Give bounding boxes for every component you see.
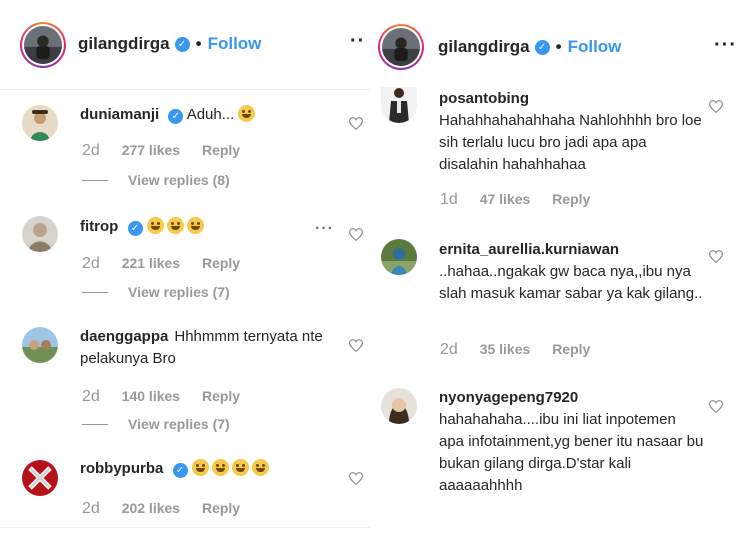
follow-button[interactable]: Follow <box>568 37 622 57</box>
comment-item: posantobing Hahahhahahahhaha Nahlohhhh b… <box>375 87 750 230</box>
comment-age: 2d <box>82 255 100 272</box>
grinning-emoji-icon <box>251 459 269 476</box>
comment-item: nyonyagepeng7920 hahahahaha....ibu ini l… <box>375 380 750 540</box>
comment-text: ..hahaa..ngakak gw baca nya,,ibu nya sla… <box>439 263 703 302</box>
commenter-avatar[interactable] <box>381 239 417 275</box>
comment-item: robbypurba ✓ 2d 202 likes Reply <box>0 446 370 540</box>
like-heart-icon[interactable] <box>349 228 363 241</box>
bottom-divider <box>0 527 370 528</box>
right-comments-panel: gilangdirga ✓ • Follow ··· posantobing H… <box>375 0 750 540</box>
comment-item: ernita_aurellia.kurniawan ..hahaa..ngaka… <box>375 230 750 380</box>
comment-likes[interactable]: 277 likes <box>122 142 180 158</box>
comment-text: Hahahhahahahhaha Nahlohhhh bro loe sih t… <box>439 112 702 173</box>
comment-username[interactable]: nyonyagepeng7920 <box>439 389 578 406</box>
view-replies-label: View replies (8) <box>128 172 230 188</box>
more-options-icon[interactable]: ··· <box>714 34 737 57</box>
comment-likes[interactable]: 221 likes <box>122 255 180 271</box>
commenter-avatar[interactable] <box>381 87 417 123</box>
grinning-emoji-icon <box>191 459 209 476</box>
sweat-smile-emoji-icon <box>238 105 256 122</box>
commenter-avatar[interactable] <box>22 327 58 363</box>
comment-likes[interactable]: 47 likes <box>480 191 531 207</box>
header-dot: • <box>195 34 202 53</box>
comment-username[interactable]: fitrop <box>80 218 118 235</box>
comment-username[interactable]: duniamanji <box>80 106 159 123</box>
comment-age: 2d <box>440 341 458 358</box>
view-replies-button[interactable]: View replies (7) <box>82 284 230 300</box>
comment-item: duniamanji ✓ Aduh... 2d 277 likes Reply … <box>0 90 370 202</box>
verified-badge-icon: ✓ <box>534 39 550 55</box>
reply-button[interactable]: Reply <box>552 191 590 207</box>
comment-username[interactable]: robbypurba <box>80 460 163 477</box>
verified-badge-icon: ✓ <box>172 463 188 478</box>
comment-likes[interactable]: 140 likes <box>122 388 180 404</box>
view-replies-button[interactable]: View replies (7) <box>82 416 230 432</box>
reply-button[interactable]: Reply <box>202 388 240 404</box>
view-replies-button[interactable]: View replies (8) <box>82 172 230 188</box>
tears-of-joy-emoji-icon <box>166 217 184 234</box>
commenter-avatar[interactable] <box>22 460 58 496</box>
like-heart-icon[interactable] <box>709 400 723 413</box>
more-options-icon[interactable]: ·· <box>350 30 365 53</box>
tears-of-joy-emoji-icon <box>186 217 204 234</box>
comment-item: fitrop ✓ ··· 2d 221 likes Reply View rep… <box>0 202 370 314</box>
comment-username[interactable]: posantobing <box>439 90 529 107</box>
like-heart-icon[interactable] <box>349 339 363 352</box>
reply-button[interactable]: Reply <box>202 255 240 271</box>
header-dot: • <box>555 37 562 56</box>
replies-divider <box>82 291 108 293</box>
comment-more-icon[interactable]: ··· <box>315 220 334 238</box>
header-username[interactable]: gilangdirga <box>78 34 170 54</box>
verified-badge-icon: ✓ <box>127 221 143 236</box>
comment-text: hahahahaha....ibu ini liat inpotemen apa… <box>439 411 704 494</box>
grinning-emoji-icon <box>231 459 249 476</box>
like-heart-icon[interactable] <box>349 472 363 485</box>
commenter-avatar[interactable] <box>22 216 58 252</box>
tears-of-joy-emoji-icon <box>146 217 164 234</box>
header-avatar[interactable] <box>20 22 66 68</box>
like-heart-icon[interactable] <box>709 250 723 263</box>
left-comments-panel: gilangdirga ✓ • Follow ·· duniamanji ✓ A… <box>0 0 370 540</box>
post-header: gilangdirga ✓ • Follow ·· <box>0 0 370 90</box>
verified-badge-icon: ✓ <box>174 36 190 52</box>
replies-divider <box>82 179 108 181</box>
grinning-emoji-icon <box>211 459 229 476</box>
comment-likes[interactable]: 202 likes <box>122 500 180 516</box>
replies-divider <box>82 423 108 425</box>
verified-badge-icon: ✓ <box>168 109 184 124</box>
comment-age: 2d <box>82 500 100 517</box>
like-heart-icon[interactable] <box>709 100 723 113</box>
comment-text: Aduh... <box>186 106 235 123</box>
reply-button[interactable]: Reply <box>552 341 590 357</box>
comment-username[interactable]: daenggappa <box>80 328 168 345</box>
view-replies-label: View replies (7) <box>128 416 230 432</box>
view-replies-label: View replies (7) <box>128 284 230 300</box>
commenter-avatar[interactable] <box>22 105 58 141</box>
comment-age: 2d <box>82 388 100 405</box>
post-header: gilangdirga ✓ • Follow ··· <box>375 0 750 87</box>
reply-button[interactable]: Reply <box>202 142 240 158</box>
commenter-avatar[interactable] <box>381 388 417 424</box>
header-username[interactable]: gilangdirga <box>438 37 530 57</box>
comment-username[interactable]: ernita_aurellia.kurniawan <box>439 241 619 258</box>
comment-age: 1d <box>440 191 458 208</box>
comment-item: daenggappa Hhhmmm ternyata nte pelakunya … <box>0 314 370 446</box>
like-heart-icon[interactable] <box>349 117 363 130</box>
follow-button[interactable]: Follow <box>208 34 262 54</box>
comment-likes[interactable]: 35 likes <box>480 341 531 357</box>
header-avatar[interactable] <box>378 24 424 70</box>
comment-age: 2d <box>82 142 100 159</box>
reply-button[interactable]: Reply <box>202 500 240 516</box>
